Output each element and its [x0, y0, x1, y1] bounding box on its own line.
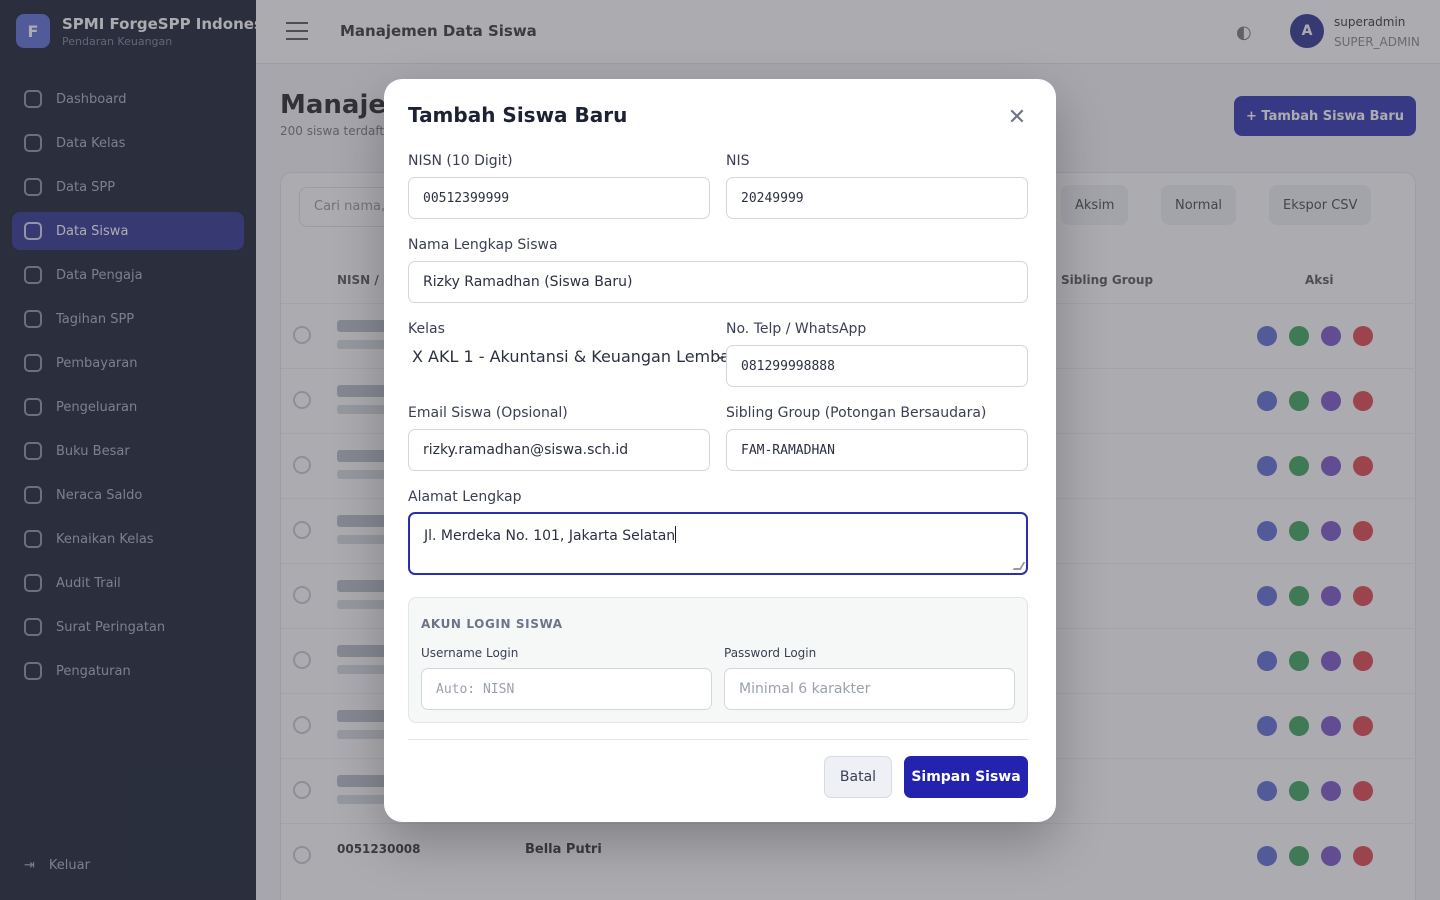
chevron-down-icon: ⌄	[714, 347, 726, 363]
sibling-label: Sibling Group (Potongan Bersaudara)	[726, 405, 987, 421]
class-select-value: X AKL 1 - Akuntansi & Keuangan Lembaga	[412, 347, 726, 366]
nisn-label: NISN (10 Digit)	[408, 153, 513, 169]
nisn-field[interactable]: 00512399999	[408, 177, 710, 219]
password-label: Password Login	[724, 646, 817, 660]
cancel-button[interactable]: Batal	[824, 756, 892, 798]
email-label: Email Siswa (Opsional)	[408, 405, 568, 421]
class-select[interactable]: X AKL 1 - Akuntansi & Keuangan Lembaga ⌄	[408, 347, 726, 379]
address-textarea[interactable]: Jl. Merdeka No. 101, Jakarta Selatan	[408, 512, 1028, 575]
student-account-section: AKUN LOGIN SISWA Username Login Auto: NI…	[408, 597, 1028, 723]
name-field[interactable]: Rizky Ramadhan (Siswa Baru)	[408, 261, 1028, 303]
phone-field[interactable]: 081299998888	[726, 345, 1028, 387]
password-input[interactable]: Minimal 6 karakter	[724, 668, 1015, 710]
email-field[interactable]: rizky.ramadhan@siswa.sch.id	[408, 429, 710, 471]
save-student-button[interactable]: Simpan Siswa	[904, 756, 1028, 798]
phone-label: No. Telp / WhatsApp	[726, 321, 867, 337]
add-student-modal: Tambah Siswa Baru ✕ NISN (10 Digit) 0051…	[384, 79, 1056, 822]
modal-title: Tambah Siswa Baru	[408, 103, 628, 127]
nis-label: NIS	[726, 153, 750, 169]
account-section-title: AKUN LOGIN SISWA	[421, 617, 563, 631]
address-text: Jl. Merdeka No. 101, Jakarta Selatan	[424, 528, 676, 544]
username-label: Username Login	[421, 646, 519, 660]
address-label: Alamat Lengkap	[408, 489, 522, 505]
footer-divider	[408, 739, 1028, 740]
class-label: Kelas	[408, 321, 445, 337]
username-input[interactable]: Auto: NISN	[421, 668, 712, 710]
resize-handle-icon[interactable]	[1012, 562, 1026, 570]
text-caret	[675, 526, 677, 543]
nis-field[interactable]: 20249999	[726, 177, 1028, 219]
name-label: Nama Lengkap Siswa	[408, 237, 558, 253]
sibling-group-field[interactable]: FAM-RAMADHAN	[726, 429, 1028, 471]
close-icon[interactable]: ✕	[1002, 103, 1032, 133]
